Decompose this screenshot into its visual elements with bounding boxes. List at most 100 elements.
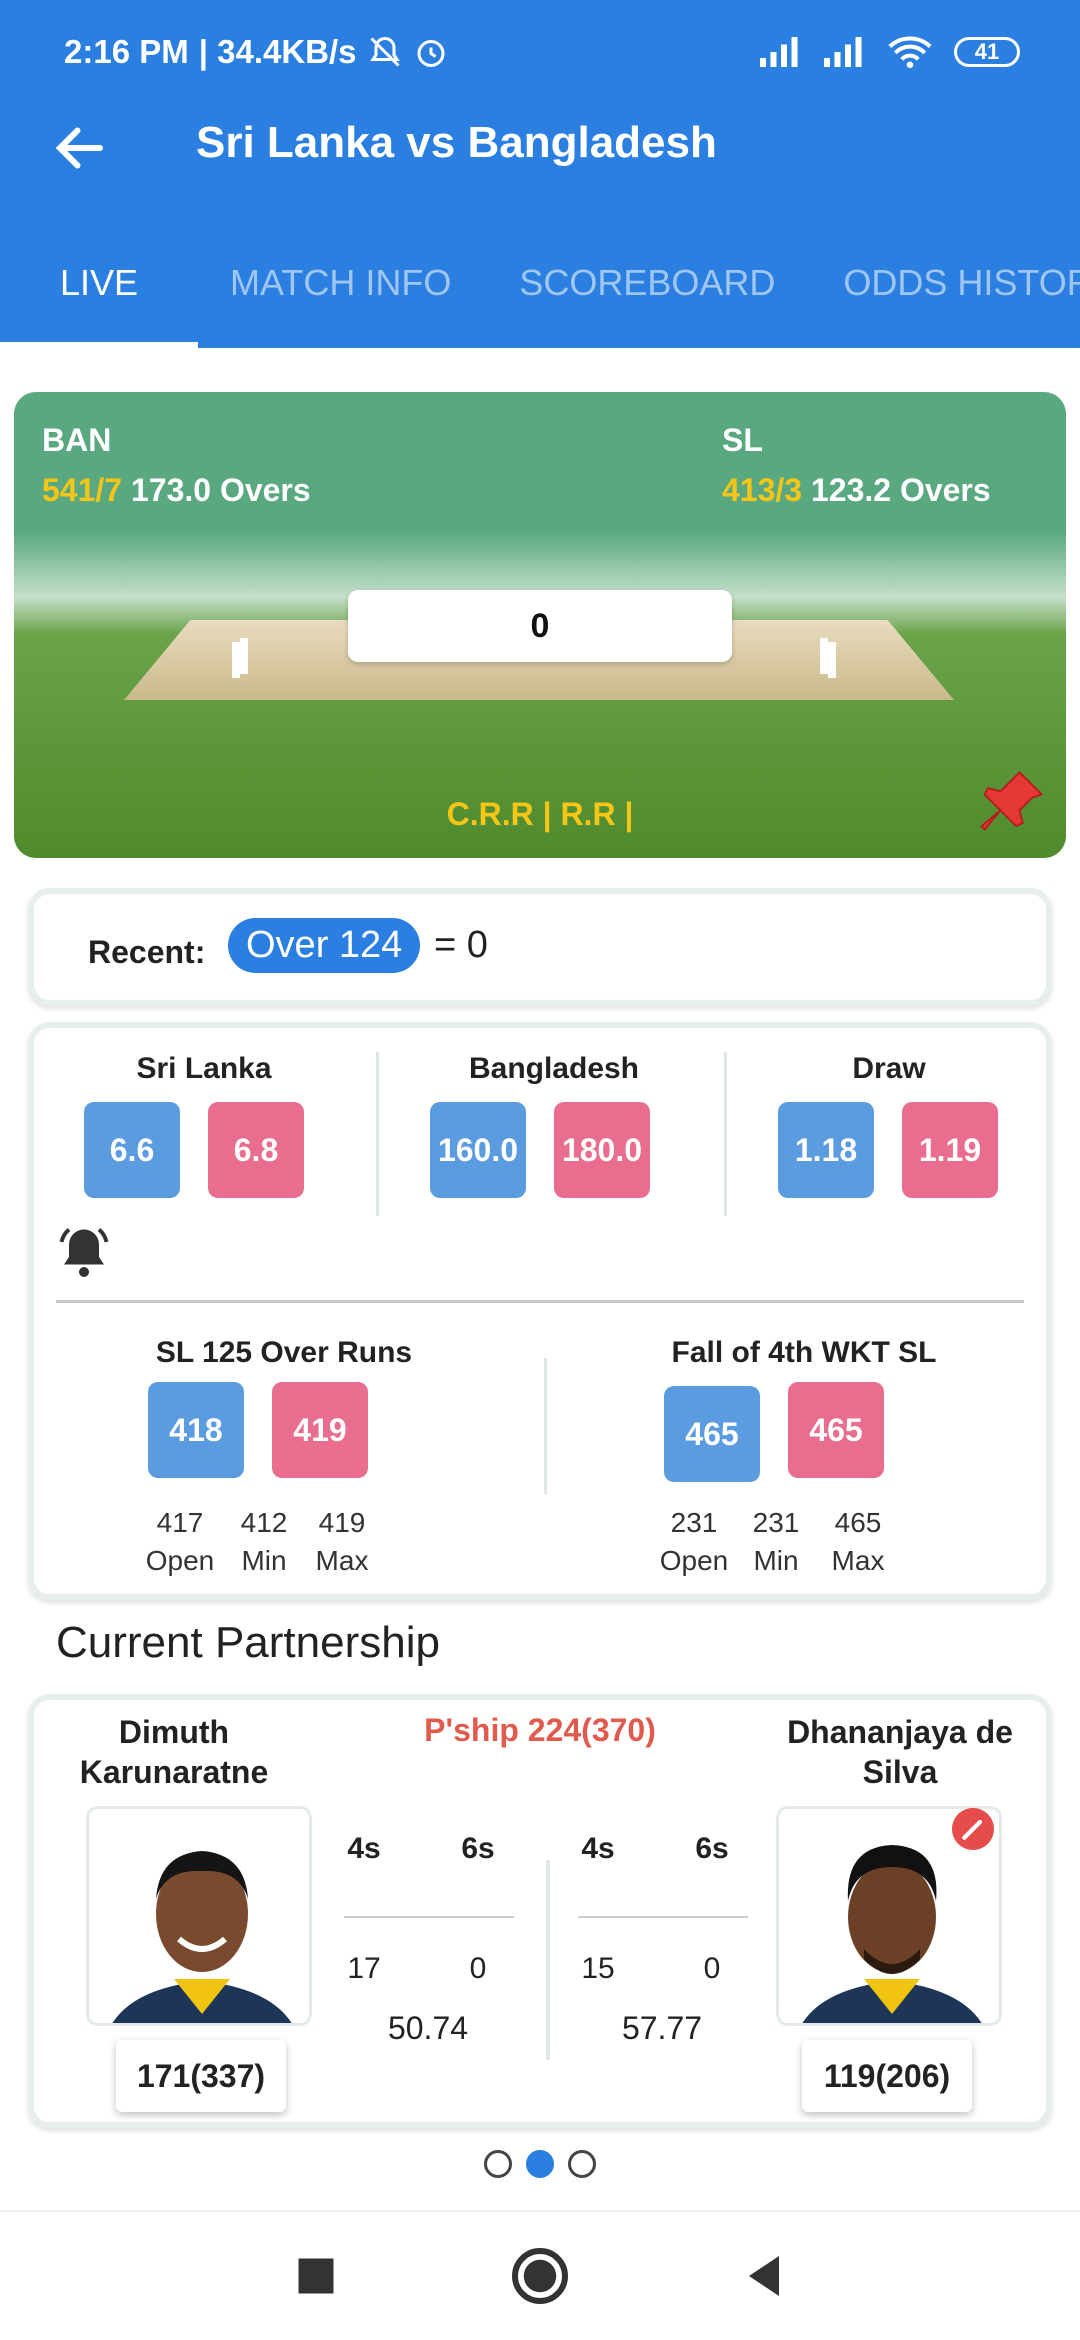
batter1-name: Dimuth Karunaratne [54,1712,294,1792]
stumps-left [240,638,248,674]
recents-square-icon[interactable] [286,2246,346,2306]
session-no-button[interactable]: 418 [148,1382,244,1478]
status-speed: | 34.4KB/s [198,33,357,70]
back-arrow-icon[interactable] [50,118,110,178]
open-label: Open [145,1545,215,1576]
recent-over-badge[interactable]: Over 124 [228,918,421,973]
odds-separator [56,1300,1024,1303]
recent-label: Recent: [88,934,206,970]
stats-divider [344,1916,514,1918]
status-bar: 2:16 PM | 34.4KB/s [64,28,449,76]
batter2-strike-rate: 57.77 [621,2010,703,2046]
divider [724,1052,727,1216]
session-title: SL 125 Over Runs [155,1336,413,1369]
team2-runs: 413/3 [722,472,803,508]
divider [544,1358,547,1494]
tab-live[interactable]: LIVE [60,250,138,348]
divider [546,1860,550,2060]
tab-odds-history[interactable]: ODDS HISTORY [843,250,1080,348]
lay-odds-button[interactable]: 1.19 [902,1102,998,1198]
market-title: Bangladesh [468,1052,640,1085]
team2-name: SL [722,422,763,458]
session-yes-button[interactable]: 465 [788,1382,884,1478]
market-sri-lanka: Sri Lanka [74,1052,334,1086]
batter1-last-name: Karunaratne [79,1754,269,1790]
page-indicator [0,2150,1080,2178]
back-odds-button[interactable]: 1.18 [778,1102,874,1198]
session-yes-button[interactable]: 419 [272,1382,368,1478]
open-label: Open [659,1545,729,1576]
bell-icon[interactable] [54,1222,114,1282]
back-odds-button[interactable]: 160.0 [430,1102,526,1198]
alarm-clock-icon [417,40,445,67]
market-bangladesh: Bangladesh [394,1052,714,1086]
open-value: 231 [670,1507,718,1538]
team1-runs: 541/7 [42,472,123,508]
min-label: Min [753,1545,799,1576]
status-icons: 41 [760,28,1020,76]
market-title: Draw [852,1052,926,1085]
session-no-button[interactable]: 465 [664,1386,760,1482]
batter1-sixes: 0 [469,1952,487,1985]
batter2-sixes: 0 [703,1952,721,1985]
market-draw: Draw [746,1052,1032,1086]
max-label: Max [831,1545,885,1576]
max-value: 465 [834,1507,882,1538]
partnership-heading: Current Partnership [56,1618,440,1667]
max-value: 419 [318,1507,366,1538]
page-title: Sri Lanka vs Bangladesh [196,118,717,167]
pin-icon[interactable] [972,766,1048,842]
partnership-card: P'ship 224(370) Dimuth Karunaratne Dhana… [28,1694,1052,2128]
session-max: 419 Max [302,1504,382,1580]
min-value: 231 [752,1507,800,1538]
tab-scoreboard[interactable]: SCOREBOARD [519,250,775,348]
open-value: 417 [156,1507,204,1538]
live-score-card: BAN 541/7 173.0 Overs SL 413/3 123.2 Ove… [14,392,1066,858]
system-nav-bar [0,2210,1080,2340]
wifi-icon [888,36,932,69]
back-triangle-icon[interactable] [734,2246,794,2306]
session-open: 231 Open [654,1504,734,1580]
session-125-over-runs: SL 125 Over Runs [74,1336,494,1370]
recent-over-card: Recent: Over 124 = 0 [28,888,1052,1006]
run-rates: C.R.R | R.R | [446,796,634,832]
batter1-avatar [86,1806,312,2026]
batter1-strike-rate: 50.74 [387,2010,469,2046]
page-dot[interactable] [484,2150,512,2178]
min-label: Min [241,1545,287,1576]
back-odds-button[interactable]: 6.6 [84,1102,180,1198]
tab-match-info[interactable]: MATCH INFO [230,250,451,348]
batter2-score: 119(206) [802,2040,972,2112]
page-dot-active[interactable] [526,2150,554,2178]
session-open: 417 Open [140,1504,220,1580]
session-min: 231 Min [736,1504,816,1580]
team1-name: BAN [42,422,112,458]
active-tab-indicator [0,342,198,348]
battery-icon: 41 [954,37,1020,67]
team2-score: 413/3 123.2 Overs [722,472,991,509]
current-ball-display: 0 [348,590,732,662]
signal-icon [824,37,862,67]
status-time: 2:16 PM [64,33,189,70]
lay-odds-button[interactable]: 180.0 [554,1102,650,1198]
lay-odds-button[interactable]: 6.8 [208,1102,304,1198]
team1-score: 541/7 173.0 Overs [42,472,311,509]
stumps-right [820,638,828,674]
mute-alarm-icon [369,36,400,67]
home-circle-icon[interactable] [510,2246,570,2306]
page-dot[interactable] [568,2150,596,2178]
stats-divider [578,1916,748,1918]
batting-indicator-icon [952,1808,994,1850]
batter1-score: 171(337) [116,2040,286,2112]
batter1-fours: 17 [347,1952,381,1985]
session-max: 465 Max [818,1504,898,1580]
batter2-fours: 15 [581,1952,615,1985]
odds-card: Sri Lanka 6.6 6.8 Bangladesh 160.0 180.0… [28,1022,1052,1600]
team2-overs: 123.2 Overs [810,472,991,508]
batter2-fours-header: 4s [581,1832,615,1865]
min-value: 412 [240,1507,288,1538]
batter2-name: Dhananjaya de Silva [750,1712,1050,1792]
batter2-first-name: Dhananjaya de [787,1714,1013,1750]
app-bar: 2:16 PM | 34.4KB/s 41 Sri Lanka vs Bangl… [0,0,1080,348]
batter2-last-name: Silva [862,1754,938,1790]
